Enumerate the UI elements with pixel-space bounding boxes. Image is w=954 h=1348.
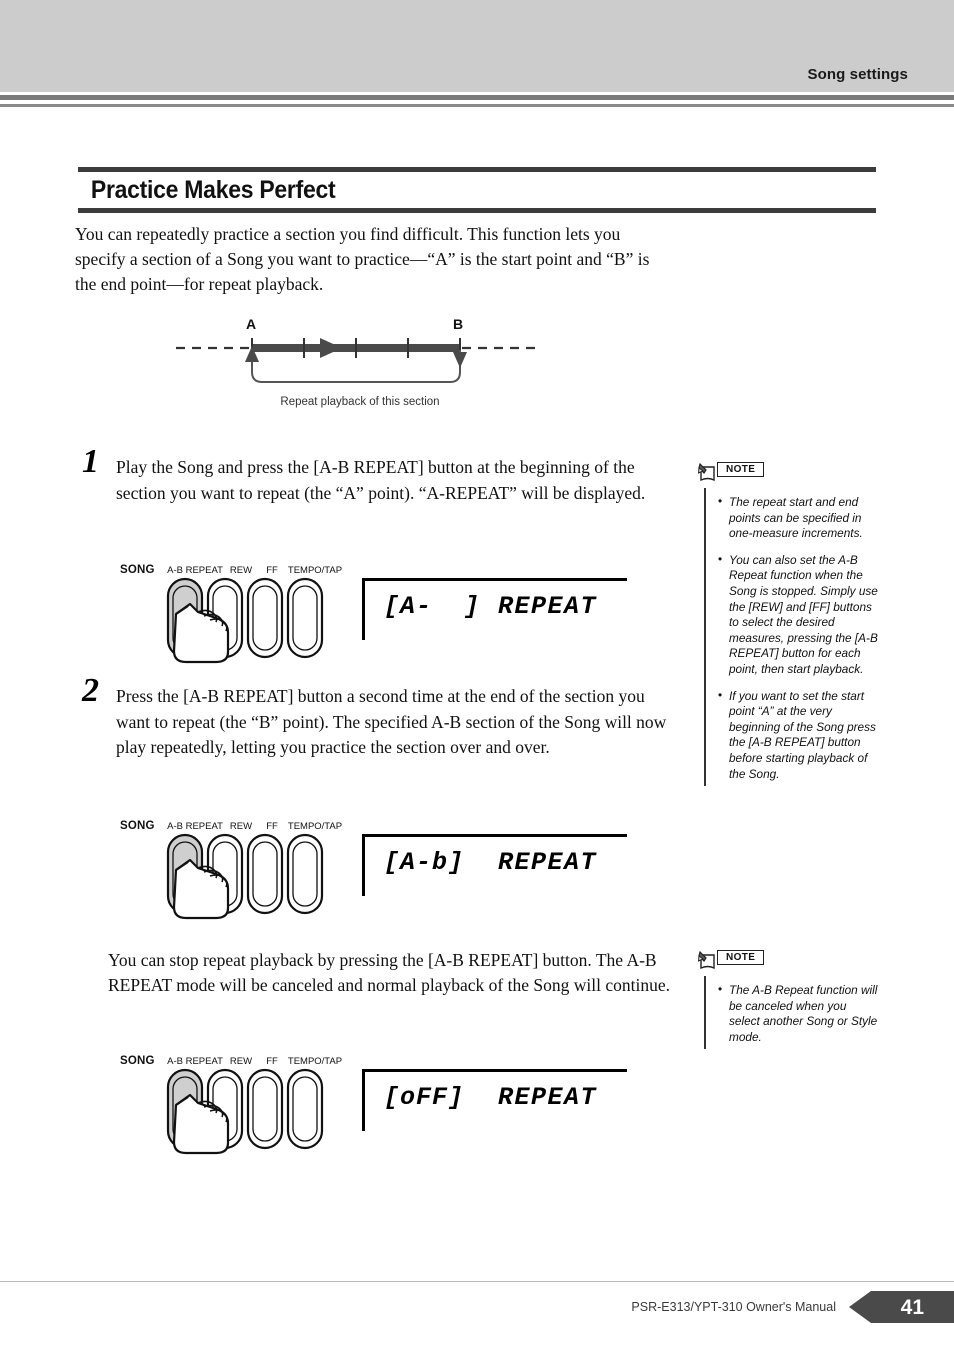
lcd-value-2: [A-b] <box>384 848 465 877</box>
lcd-display-1: [A- ] REPEAT <box>362 578 627 640</box>
panel-graphic-3 <box>166 1068 324 1155</box>
step-2-text: Press the [A-B REPEAT] button a second t… <box>116 686 667 757</box>
step-1-text: Play the Song and press the [A-B REPEAT]… <box>116 457 646 503</box>
footer-rule <box>0 1281 954 1282</box>
intro-paragraph: You can repeatedly practice a section yo… <box>75 224 650 294</box>
footer-manual-name: PSR-E313/YPT-310 Owner's Manual <box>631 1300 836 1314</box>
diagram-label-b: B <box>453 316 464 332</box>
note-item: The repeat start and end points can be s… <box>718 494 880 542</box>
step-2: 2 Press the [A-B REPEAT] button a second… <box>82 674 682 761</box>
step-2-number: 2 <box>82 672 99 709</box>
song-button-panel-1: SONG A-B REPEAT REW FF TEMPO/TAP <box>112 556 352 668</box>
note-tag-1: NOTE <box>717 462 765 477</box>
page-header-title: Song settings <box>807 66 908 83</box>
note-items-1: The repeat start and end points can be s… <box>704 488 880 787</box>
diagram-label-a: A <box>246 316 257 332</box>
note-item: The A-B Repeat function will be canceled… <box>718 982 880 1045</box>
section-rule-bottom <box>78 208 876 213</box>
section-heading: Practice Makes Perfect <box>78 167 876 213</box>
lcd-indicator-repeat-2: REPEAT <box>498 848 598 877</box>
note-items-2: The A-B Repeat function will be canceled… <box>704 976 880 1050</box>
header-rule-thin <box>0 104 954 107</box>
panel-graphic-2 <box>166 833 324 920</box>
note-tag-2: NOTE <box>717 950 765 965</box>
note-item: You can also set the A-B Repeat function… <box>718 552 880 678</box>
closing-paragraph: You can stop repeat playback by pressing… <box>108 950 670 995</box>
lcd-indicator-repeat-1: REPEAT <box>498 592 598 621</box>
diagram-graphic <box>176 338 538 383</box>
lcd-value-3: [oFF] <box>384 1083 465 1112</box>
note-header-2: NOTE <box>698 950 880 976</box>
diagram-caption: Repeat playback of this section <box>280 396 440 408</box>
note-item: If you want to set the start point “A” a… <box>718 688 880 783</box>
lcd-indicator-repeat-3: REPEAT <box>498 1083 598 1112</box>
song-button-panel-2: SONG A-B REPEAT REW FF TEMPO/TAP <box>112 812 352 924</box>
step-1-number: 1 <box>82 443 99 480</box>
note-box-1: NOTE The repeat start and end points can… <box>698 462 880 787</box>
note-box-2: NOTE The A-B Repeat function will be can… <box>698 950 880 1050</box>
lcd-value-1: [A- ] <box>384 592 481 621</box>
page-number: 41 <box>900 1296 924 1319</box>
lcd-display-3: [oFF] REPEAT <box>362 1069 627 1131</box>
ab-repeat-diagram: A B Repeat playback of this section <box>170 310 550 420</box>
lcd-display-2: [A-b] REPEAT <box>362 834 627 896</box>
page-title: Practice Makes Perfect <box>90 176 336 204</box>
step-1: 1 Play the Song and press the [A-B REPEA… <box>82 445 682 506</box>
header-rule-thick <box>0 95 954 100</box>
note-header-1: NOTE <box>698 462 880 488</box>
panel-graphic-1 <box>166 577 324 664</box>
song-button-panel-3: SONG A-B REPEAT REW FF TEMPO/TAP <box>112 1047 352 1159</box>
